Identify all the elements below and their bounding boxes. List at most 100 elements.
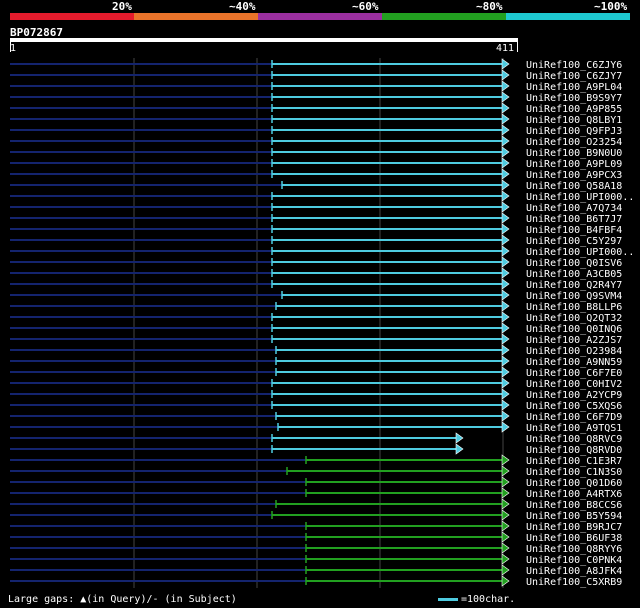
hit-row[interactable]: UniRef100_A9PL09 [10,157,622,170]
hit-label[interactable]: UniRef100_C6F7E0 [526,368,622,379]
hit-label[interactable]: UniRef100_A9PL04 [526,82,622,93]
hit-label[interactable]: UniRef100_C1N3S0 [526,467,622,478]
hit-row[interactable]: UniRef100_A3CB05 [10,267,622,280]
hit-label[interactable]: UniRef100_B6T7J7 [526,214,622,225]
hit-label[interactable]: UniRef100_Q9FPJ3 [526,126,622,137]
hit-label[interactable]: UniRef100_Q58A18 [526,181,622,192]
hit-label[interactable]: UniRef100_A2YCP9 [526,390,622,401]
hit-row[interactable]: UniRef100_Q8RVC9 [10,432,622,445]
hit-row[interactable]: UniRef100_C6F7D9 [10,410,622,423]
hit-label[interactable]: UniRef100_B8LLP6 [526,302,622,313]
hit-label[interactable]: UniRef100_A7Q734 [526,203,622,214]
hit-row[interactable]: UniRef100_Q0ISV6 [10,256,622,269]
hit-row[interactable]: UniRef100_A2YCP9 [10,388,622,401]
hit-label[interactable]: UniRef100_A9P855 [526,104,622,115]
arrow-right-icon [501,124,510,136]
hit-row[interactable]: UniRef100_C0PNK4 [10,553,622,566]
hit-row[interactable]: UniRef100_Q01D60 [10,476,622,489]
hit-label[interactable]: UniRef100_A3CB05 [526,269,622,280]
hit-label[interactable]: UniRef100_C6F7D9 [526,412,622,423]
hit-row[interactable]: UniRef100_A7Q734 [10,201,622,214]
arrow-right-icon [501,201,510,213]
hit-row[interactable]: UniRef100_B5Y594 [10,509,622,522]
hit-row[interactable]: UniRef100_A9PCX3 [10,168,622,181]
hit-label[interactable]: UniRef100_UPI000.. [526,247,634,258]
hit-row[interactable]: UniRef100_A4RTX6 [10,487,622,500]
hit-row[interactable]: UniRef100_C5XQS6 [10,399,622,412]
hit-label[interactable]: UniRef100_B8CCS6 [526,500,622,511]
hit-row[interactable]: UniRef100_Q9FPJ3 [10,124,622,137]
hit-label[interactable]: UniRef100_A8JFK4 [526,566,622,577]
hit-row[interactable]: UniRef100_B8CCS6 [10,498,622,511]
hit-row[interactable]: UniRef100_Q2QT32 [10,311,622,324]
hit-row[interactable]: UniRef100_C5XRB9 [10,575,622,588]
hit-label[interactable]: UniRef100_Q0INQ6 [526,324,622,335]
hit-label[interactable]: UniRef100_C6ZJY6 [526,60,622,71]
hit-row[interactable]: UniRef100_B9S9Y7 [10,91,622,104]
hit-label[interactable]: UniRef100_B9RJC7 [526,522,622,533]
hit-label[interactable]: UniRef100_A9PCX3 [526,170,622,181]
hit-row[interactable]: UniRef100_A2ZJS7 [10,333,622,346]
arrow-right-icon [501,575,510,587]
hit-row[interactable]: UniRef100_Q8RYY6 [10,542,622,555]
hit-row[interactable]: UniRef100_A8JFK4 [10,564,622,577]
hit-label[interactable]: UniRef100_Q0ISV6 [526,258,622,269]
hit-row[interactable]: UniRef100_B9N0U0 [10,146,622,159]
arrow-right-icon [501,300,510,312]
hit-row[interactable]: UniRef100_B4FBF4 [10,223,622,236]
hit-row[interactable]: UniRef100_Q9SVM4 [10,289,622,302]
hit-row[interactable]: UniRef100_C6ZJY7 [10,69,622,82]
hit-label[interactable]: UniRef100_B9N0U0 [526,148,622,159]
hit-label[interactable]: UniRef100_UPI000.. [526,192,634,203]
hit-label[interactable]: UniRef100_O23254 [526,137,622,148]
hit-label[interactable]: UniRef100_C1E3R7 [526,456,622,467]
hit-row[interactable]: UniRef100_A9NN59 [10,355,622,368]
hit-label[interactable]: UniRef100_B9S9Y7 [526,93,622,104]
hit-row[interactable]: UniRef100_B6T7J7 [10,212,622,225]
hit-label[interactable]: UniRef100_A2ZJS7 [526,335,622,346]
hit-label[interactable]: UniRef100_Q2R4Y7 [526,280,622,291]
hit-label[interactable]: UniRef100_C5XQS6 [526,401,622,412]
hit-row[interactable]: UniRef100_C1E3R7 [10,454,622,467]
hit-label[interactable]: UniRef100_A4RTX6 [526,489,622,500]
hit-label[interactable]: UniRef100_A9PL09 [526,159,622,170]
hit-label[interactable]: UniRef100_C0HIV2 [526,379,622,390]
hit-row[interactable]: UniRef100_A9PL04 [10,80,622,93]
hit-row[interactable]: UniRef100_C1N3S0 [10,465,622,478]
hit-row[interactable]: UniRef100_A9P855 [10,102,622,115]
hit-row[interactable]: UniRef100_C6F7E0 [10,366,622,379]
hit-label[interactable]: UniRef100_A9TQS1 [526,423,622,434]
hit-row[interactable]: UniRef100_Q8LBY1 [10,113,622,126]
hit-label[interactable]: UniRef100_Q8LBY1 [526,115,622,126]
hit-row[interactable]: UniRef100_B8LLP6 [10,300,622,313]
hit-row[interactable]: UniRef100_O23984 [10,344,622,357]
hit-label[interactable]: UniRef100_C6ZJY7 [526,71,622,82]
hit-row[interactable]: UniRef100_C0HIV2 [10,377,622,390]
hit-row[interactable]: UniRef100_C5Y297 [10,234,622,247]
hit-label[interactable]: UniRef100_Q9SVM4 [526,291,622,302]
hit-label[interactable]: UniRef100_C5Y297 [526,236,622,247]
hit-row[interactable]: UniRef100_Q0INQ6 [10,322,622,335]
hit-row[interactable]: UniRef100_C6ZJY6 [10,58,622,71]
hit-row[interactable]: UniRef100_Q2R4Y7 [10,278,622,291]
hit-row[interactable]: UniRef100_B6UF38 [10,531,622,544]
hit-label[interactable]: UniRef100_C0PNK4 [526,555,622,566]
hit-label[interactable]: UniRef100_B4FBF4 [526,225,622,236]
hit-label[interactable]: UniRef100_Q8RYY6 [526,544,622,555]
hit-row[interactable]: UniRef100_O23254 [10,135,622,148]
hit-row[interactable]: UniRef100_UPI000.. [10,245,634,258]
hit-row[interactable]: UniRef100_B9RJC7 [10,520,622,533]
hit-label[interactable]: UniRef100_A9NN59 [526,357,622,368]
hit-row[interactable]: UniRef100_Q58A18 [10,179,622,192]
hit-row[interactable]: UniRef100_UPI000.. [10,190,634,203]
hit-label[interactable]: UniRef100_Q8RVC9 [526,434,622,445]
hit-row[interactable]: UniRef100_A9TQS1 [10,421,622,434]
hit-label[interactable]: UniRef100_O23984 [526,346,622,357]
hit-label[interactable]: UniRef100_B6UF38 [526,533,622,544]
hit-label[interactable]: UniRef100_B5Y594 [526,511,622,522]
hit-label[interactable]: UniRef100_Q2QT32 [526,313,622,324]
hit-label[interactable]: UniRef100_Q01D60 [526,478,622,489]
hit-label[interactable]: UniRef100_Q8RVD0 [526,445,622,456]
hit-row[interactable]: UniRef100_Q8RVD0 [10,443,622,456]
hit-label[interactable]: UniRef100_C5XRB9 [526,577,622,588]
